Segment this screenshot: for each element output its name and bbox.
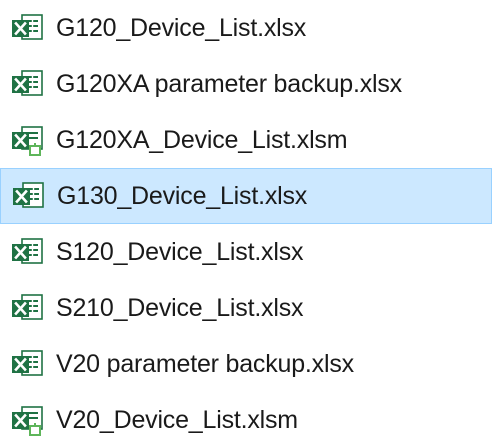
file-name: G120XA_Device_List.xlsm [56, 126, 348, 154]
excel-xlsx-icon [10, 235, 44, 269]
file-list: G120_Device_List.xlsx G120XA parameter b… [0, 0, 499, 448]
file-row-g130-device-list[interactable]: G130_Device_List.xlsx [0, 168, 492, 224]
file-row-s210-device-list[interactable]: S210_Device_List.xlsx [0, 280, 499, 336]
file-row-g120xa-parameter-backup[interactable]: G120XA parameter backup.xlsx [0, 56, 499, 112]
file-row-g120xa-device-list-xlsm[interactable]: G120XA_Device_List.xlsm [0, 112, 499, 168]
file-name: G130_Device_List.xlsx [57, 182, 308, 210]
excel-xlsx-icon [10, 67, 44, 101]
file-row-s120-device-list[interactable]: S120_Device_List.xlsx [0, 224, 499, 280]
file-name: V20_Device_List.xlsm [56, 406, 298, 434]
excel-xlsx-icon [10, 11, 44, 45]
file-row-v20-device-list-xlsm[interactable]: V20_Device_List.xlsm [0, 392, 499, 448]
excel-xlsm-icon [10, 403, 44, 437]
file-name: S120_Device_List.xlsx [56, 238, 304, 266]
file-name: G120XA parameter backup.xlsx [56, 70, 402, 98]
file-name: S210_Device_List.xlsx [56, 294, 304, 322]
excel-xlsm-icon [10, 123, 44, 157]
file-row-v20-parameter-backup[interactable]: V20 parameter backup.xlsx [0, 336, 499, 392]
file-row-g120-device-list[interactable]: G120_Device_List.xlsx [0, 0, 499, 56]
excel-xlsx-icon [10, 291, 44, 325]
excel-xlsx-icon [10, 347, 44, 381]
file-name: G120_Device_List.xlsx [56, 14, 307, 42]
file-name: V20 parameter backup.xlsx [56, 350, 354, 378]
excel-xlsx-icon [11, 179, 45, 213]
